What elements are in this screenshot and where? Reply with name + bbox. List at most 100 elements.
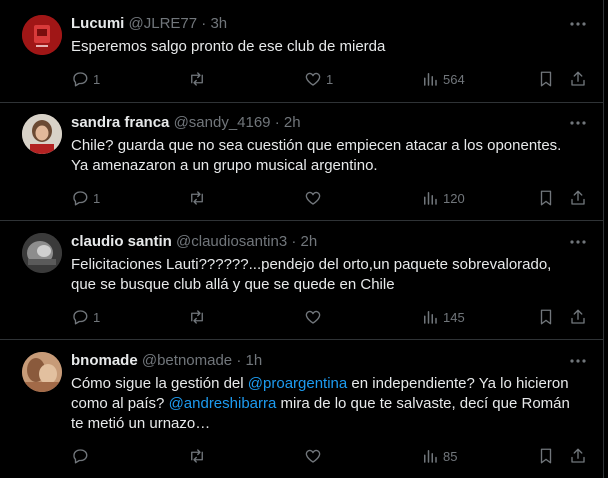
like-button[interactable] [304, 188, 326, 208]
reply-button[interactable]: 1 [71, 188, 100, 208]
share-button[interactable] [569, 188, 587, 208]
like-button[interactable] [304, 446, 326, 466]
user-handle[interactable]: @JLRE77 [129, 15, 198, 32]
bookmark-button[interactable] [537, 307, 555, 327]
separator-dot: · [236, 352, 242, 369]
reply-icon [73, 191, 88, 206]
bookmark-icon [540, 190, 552, 206]
view-count: 564 [443, 71, 465, 87]
tweet-header: claudio santin @claudiosantin3 · 2h [71, 232, 317, 252]
mention-link[interactable]: @proargentina [248, 375, 347, 392]
share-icon [571, 71, 585, 86]
views-button[interactable]: 564 [421, 69, 465, 89]
tweet-header: Lucumi @JLRE77 · 3h [71, 14, 227, 34]
view-count: 85 [443, 448, 458, 464]
like-button[interactable] [304, 307, 326, 327]
views-bar-chart-icon [424, 311, 437, 324]
separator-dot: · [291, 233, 297, 250]
retweet-button[interactable] [188, 446, 210, 466]
views-bar-chart-icon [424, 450, 437, 463]
tweet-text: Felicitaciones Lauti??????...pendejo del… [71, 255, 581, 295]
tweet-card[interactable]: Lucumi @JLRE77 · 3h Esperemos salgo pron… [0, 0, 603, 103]
tweet-text: Cómo sigue la gestión del @proargentina … [71, 374, 581, 434]
more-dots-icon[interactable] [568, 232, 588, 252]
view-count: 120 [443, 190, 465, 206]
retweet-button[interactable] [188, 69, 210, 89]
tweet-card[interactable]: claudio santin @claudiosantin3 · 2h Feli… [0, 221, 603, 340]
replies-feed: Lucumi @JLRE77 · 3h Esperemos salgo pron… [0, 0, 604, 478]
bookmark-button[interactable] [537, 188, 555, 208]
avatar[interactable] [22, 15, 62, 55]
retweet-icon [191, 191, 203, 205]
bookmark-button[interactable] [537, 446, 555, 466]
reply-icon [73, 310, 88, 325]
timestamp[interactable]: 2h [301, 233, 318, 250]
share-button[interactable] [569, 307, 587, 327]
more-dots-icon[interactable] [568, 14, 588, 34]
display-name[interactable]: Lucumi [71, 15, 124, 32]
heart-icon [305, 449, 321, 463]
share-icon [571, 309, 585, 324]
tweet-actions: 1 145 [71, 307, 591, 327]
reply-button[interactable]: 1 [71, 69, 100, 89]
bookmark-icon [540, 71, 552, 87]
tweet-text-line: como al país? @andreshibarra mira de lo … [71, 394, 581, 414]
avatar[interactable] [22, 114, 62, 154]
timestamp[interactable]: 1h [246, 352, 263, 369]
share-icon [571, 448, 585, 463]
tweet-actions: 85 [71, 446, 591, 466]
like-button[interactable]: 1 [304, 69, 333, 89]
tweet-text-line: Cómo sigue la gestión del @proargentina … [71, 374, 581, 394]
bookmark-button[interactable] [537, 69, 555, 89]
tweet-card[interactable]: bnomade @betnomade · 1h Cómo sigue la ge… [0, 340, 603, 478]
timestamp[interactable]: 2h [284, 114, 301, 131]
tweet-actions: 1 1 564 [71, 69, 591, 89]
tweet-card[interactable]: sandra franca @sandy_4169 · 2h Chile? gu… [0, 103, 603, 221]
more-dots-icon[interactable] [568, 351, 588, 371]
views-button[interactable]: 85 [421, 446, 457, 466]
share-icon [571, 190, 585, 205]
like-count: 1 [326, 71, 334, 87]
separator-dot: · [201, 15, 207, 32]
retweet-button[interactable] [188, 188, 210, 208]
text-segment: mira de lo que te salvaste, decí que Rom… [276, 395, 570, 412]
heart-icon [305, 72, 321, 86]
retweet-icon [191, 72, 203, 86]
separator-dot: · [274, 114, 280, 131]
timestamp[interactable]: 3h [210, 15, 227, 32]
reply-count: 1 [93, 309, 101, 325]
bookmark-icon [540, 309, 552, 325]
tweet-text: Chile? guarda que no sea cuestión que em… [71, 136, 581, 176]
retweet-button[interactable] [188, 307, 210, 327]
views-button[interactable]: 120 [421, 188, 465, 208]
user-handle[interactable]: @sandy_4169 [174, 114, 271, 131]
tweet-actions: 1 120 [71, 188, 591, 208]
reply-count: 1 [93, 71, 101, 87]
tweet-text-line: Chile? guarda que no sea cuestión que em… [71, 137, 562, 154]
avatar[interactable] [22, 233, 62, 273]
heart-icon [305, 191, 321, 205]
views-button[interactable]: 145 [421, 307, 465, 327]
tweet-header: sandra franca @sandy_4169 · 2h [71, 113, 301, 133]
reply-button[interactable]: 1 [71, 307, 100, 327]
tweet-text-line: que se busque club allá y que se quede e… [71, 276, 395, 293]
display-name[interactable]: sandra franca [71, 114, 169, 131]
share-button[interactable] [569, 69, 587, 89]
reply-button[interactable] [71, 446, 93, 466]
avatar[interactable] [22, 352, 62, 392]
mention-link[interactable]: @andreshibarra [169, 395, 277, 412]
more-dots-icon[interactable] [568, 113, 588, 133]
views-bar-chart-icon [424, 73, 437, 86]
tweet-text-line: Felicitaciones Lauti??????...pendejo del… [71, 256, 552, 273]
view-count: 145 [443, 309, 465, 325]
reply-count: 1 [93, 190, 101, 206]
display-name[interactable]: claudio santin [71, 233, 172, 250]
user-handle[interactable]: @betnomade [142, 352, 232, 369]
display-name[interactable]: bnomade [71, 352, 138, 369]
reply-icon [73, 449, 88, 464]
retweet-icon [191, 310, 203, 324]
user-handle[interactable]: @claudiosantin3 [176, 233, 287, 250]
share-button[interactable] [569, 446, 587, 466]
column-border [603, 0, 604, 478]
text-segment: en independiente? Ya lo hicieron [347, 375, 569, 392]
